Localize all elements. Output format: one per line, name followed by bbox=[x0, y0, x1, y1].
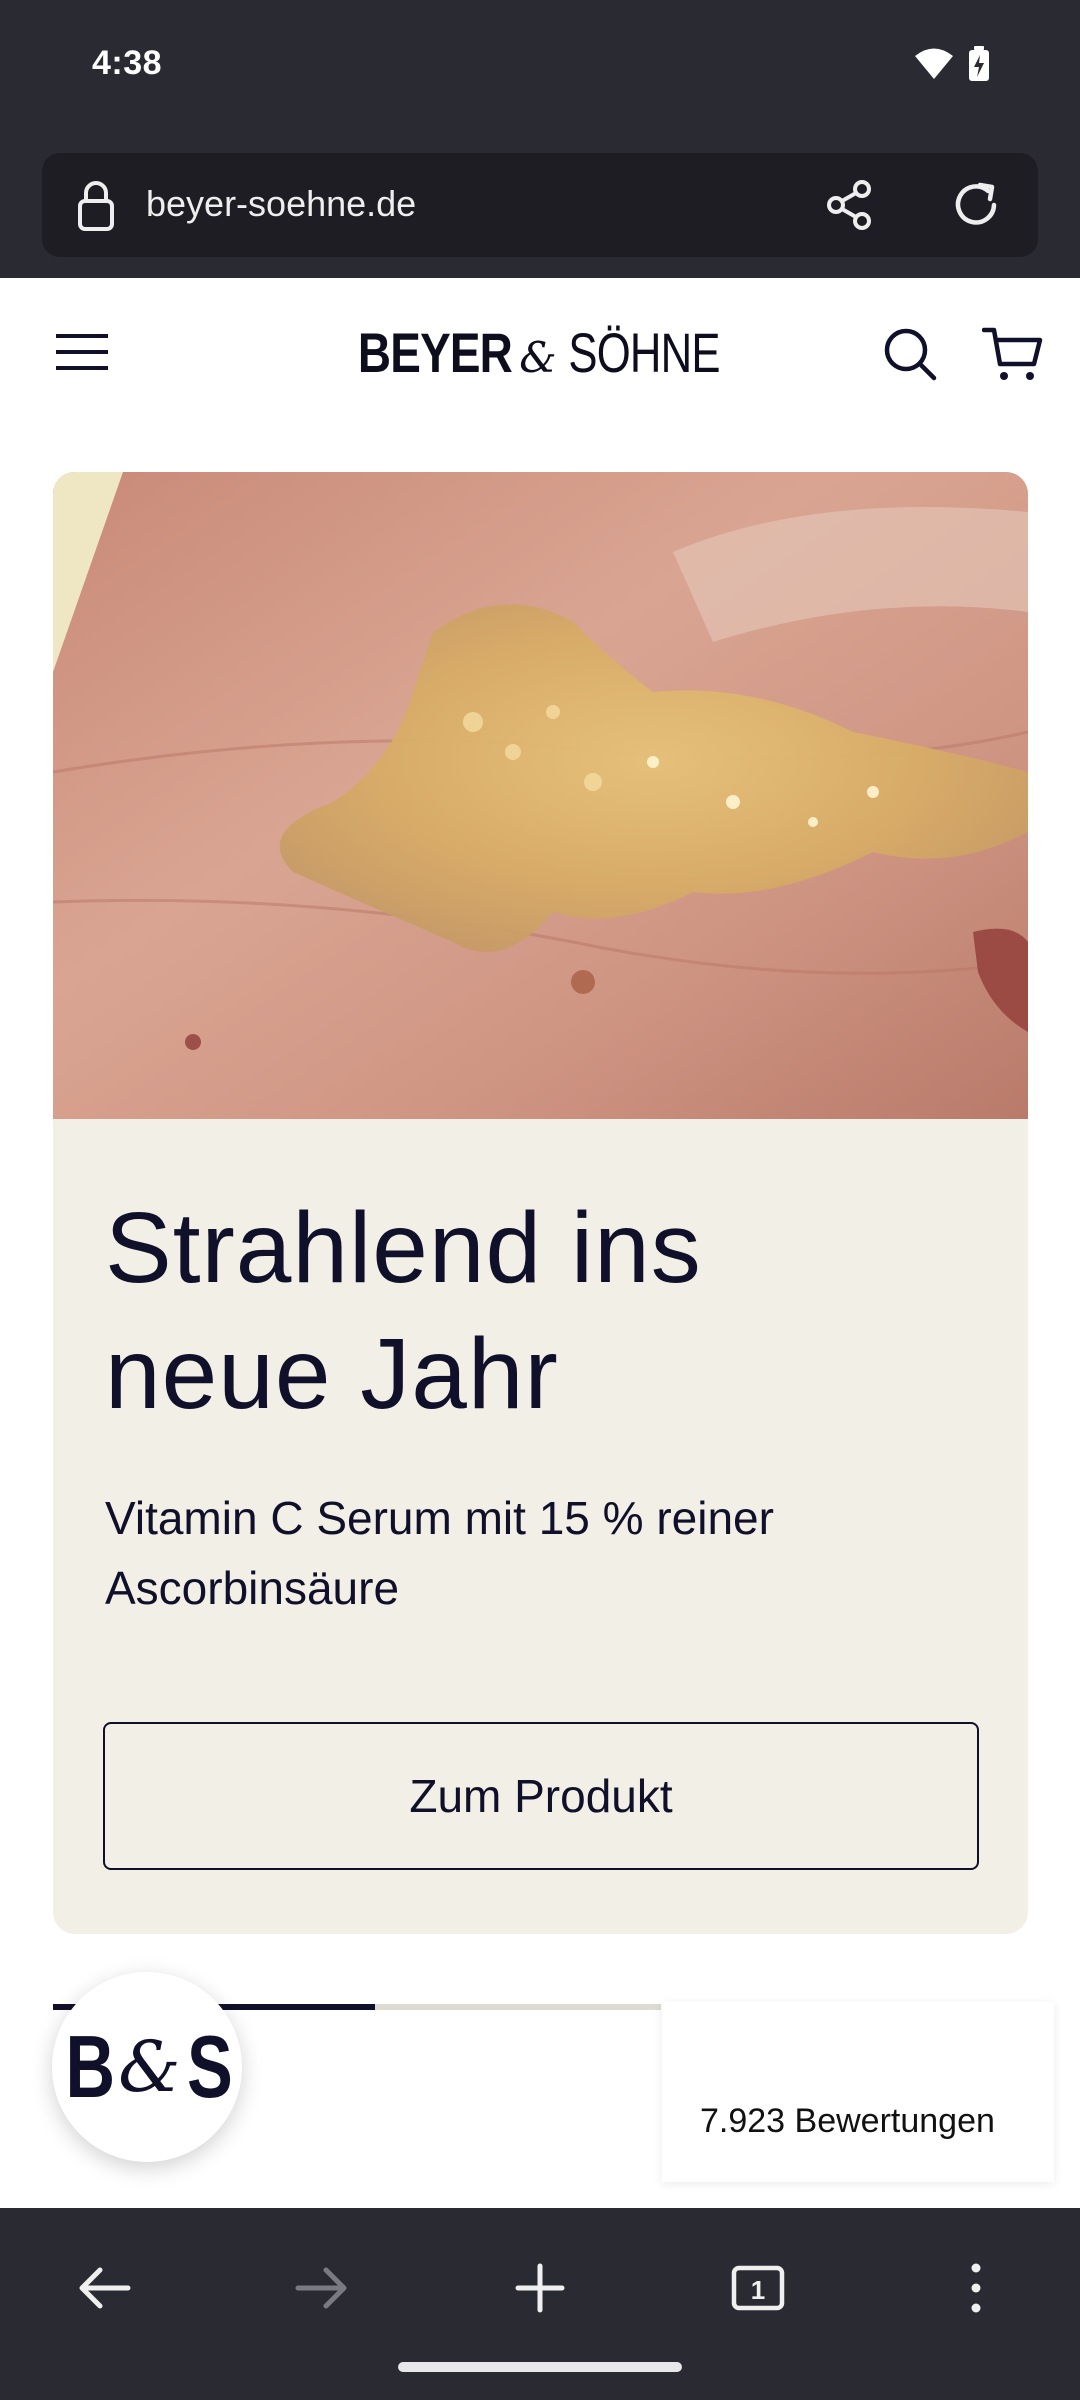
home-indicator[interactable] bbox=[398, 2362, 682, 2372]
brand-logo-amp: & bbox=[519, 333, 557, 382]
hero-product-image bbox=[53, 472, 1028, 1119]
back-button[interactable] bbox=[68, 2252, 140, 2324]
badge-letter-b: B bbox=[65, 2017, 115, 2116]
brand-badge[interactable]: B & S bbox=[52, 1972, 242, 2162]
hero-title-line1: Strahlend ins bbox=[105, 1192, 702, 1304]
badge-letter-s: S bbox=[186, 2017, 233, 2116]
wifi-icon bbox=[915, 48, 953, 79]
hero-card: Strahlend ins neue Jahr Vitamin C Serum … bbox=[53, 472, 1028, 1934]
new-tab-button[interactable] bbox=[504, 2252, 576, 2324]
url-text[interactable]: beyer-soehne.de bbox=[146, 183, 416, 225]
brand-logo[interactable]: BEYER & SÖHNE bbox=[358, 320, 720, 390]
reviews-widget[interactable]: 7.923 Bewertungen bbox=[662, 2002, 1054, 2182]
hero-title-line2: neue Jahr bbox=[105, 1318, 559, 1430]
hero-title: Strahlend ins neue Jahr bbox=[105, 1185, 965, 1437]
web-page: BEYER & SÖHNE Strahlend ins neue Jahr Vi… bbox=[0, 278, 1080, 2208]
status-bar: 4:38 bbox=[0, 0, 1080, 136]
hamburger-menu-icon[interactable] bbox=[54, 330, 110, 374]
hero-subtitle: Vitamin C Serum mit 15 % reiner Ascorbin… bbox=[105, 1483, 905, 1623]
forward-arrow-icon bbox=[295, 2267, 347, 2309]
carousel-segment[interactable] bbox=[375, 2004, 661, 2010]
plus-icon bbox=[515, 2263, 565, 2313]
share-icon[interactable] bbox=[822, 177, 878, 233]
site-header: BEYER & SÖHNE bbox=[0, 278, 1080, 428]
lock-icon bbox=[78, 181, 114, 231]
battery-icon bbox=[969, 46, 989, 81]
cart-icon[interactable] bbox=[982, 324, 1044, 384]
badge-amp: & bbox=[118, 2026, 181, 2108]
tab-switcher-icon: 1 bbox=[731, 2265, 785, 2311]
hero-subtitle-line1: Vitamin C Serum mit 15 % reiner bbox=[105, 1492, 774, 1544]
more-menu-button[interactable] bbox=[940, 2252, 1012, 2324]
back-arrow-icon bbox=[79, 2267, 131, 2309]
search-icon[interactable] bbox=[880, 324, 940, 384]
status-icons bbox=[914, 46, 990, 82]
status-time: 4:38 bbox=[92, 44, 163, 82]
forward-button[interactable] bbox=[286, 2252, 358, 2324]
hero-subtitle-line2: Ascorbinsäure bbox=[105, 1562, 400, 1614]
reviews-count: 7.923 Bewertungen bbox=[700, 2102, 995, 2140]
tab-switcher-button[interactable]: 1 bbox=[722, 2252, 794, 2324]
tab-count: 1 bbox=[751, 2275, 765, 2305]
brand-logo-left: BEYER bbox=[358, 321, 513, 384]
brand-logo-right: SÖHNE bbox=[567, 321, 720, 384]
address-bar[interactable]: beyer-soehne.de bbox=[42, 153, 1038, 257]
hero-body: Strahlend ins neue Jahr Vitamin C Serum … bbox=[53, 1119, 1028, 1934]
more-vert-icon bbox=[971, 2263, 981, 2313]
to-product-button[interactable]: Zum Produkt bbox=[103, 1722, 979, 1870]
reload-icon[interactable] bbox=[946, 175, 1006, 235]
